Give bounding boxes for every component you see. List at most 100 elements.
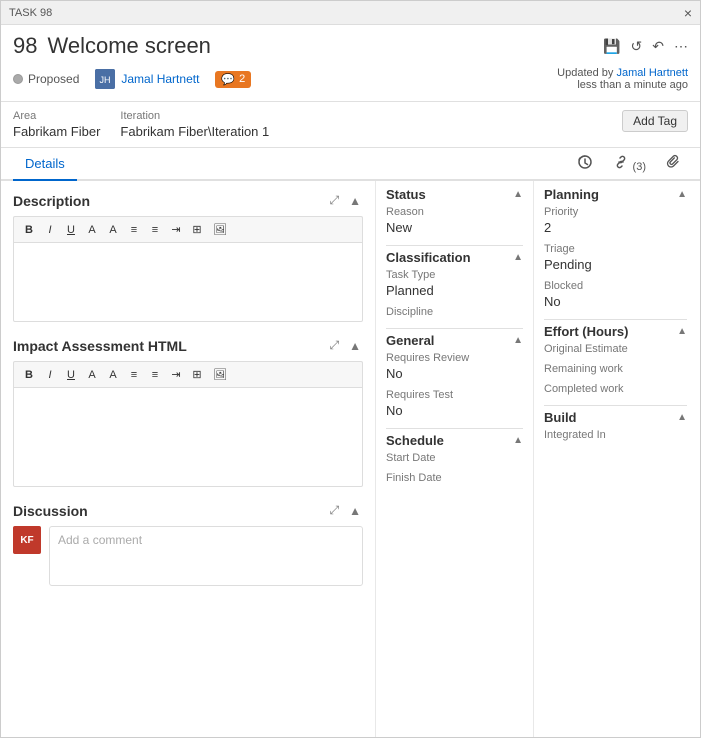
status-chevron[interactable]: ▲: [513, 189, 523, 200]
svg-text:JH: JH: [100, 75, 111, 85]
impact-italic-button[interactable]: I: [41, 367, 59, 383]
task-number: 98: [13, 33, 37, 59]
triage-value[interactable]: Pending: [544, 257, 687, 272]
classification-chevron[interactable]: ▲: [513, 252, 523, 263]
description-toolbar: B I U A A ≡ ≡ ⇥ ⊞ 🖼: [13, 216, 363, 242]
requires-test-value[interactable]: No: [386, 403, 523, 418]
impact-expand-button[interactable]: ⤢: [328, 336, 342, 355]
attachments-icon-button[interactable]: [660, 150, 688, 177]
remaining-work-label: Remaining work: [544, 363, 687, 375]
general-chevron[interactable]: ▲: [513, 335, 523, 346]
tabs-bar: Details (3): [1, 148, 700, 181]
description-editor[interactable]: [13, 242, 363, 322]
comment-placeholder: Add a comment: [58, 533, 142, 547]
impact-highlight-button[interactable]: A: [104, 367, 122, 383]
impact-bold-button[interactable]: B: [20, 367, 38, 383]
image-button[interactable]: 🖼: [209, 221, 231, 238]
undo-icon[interactable]: ↶: [652, 38, 664, 55]
build-header: Build ▲: [544, 405, 687, 429]
impact-section: Impact Assessment HTML ⤢ ▲ B I U A A ≡ ≡…: [13, 336, 363, 487]
area-label: Area: [13, 110, 100, 122]
schedule-header: Schedule ▲: [386, 428, 523, 452]
italic-button[interactable]: I: [41, 222, 59, 238]
remaining-work-field: Remaining work: [544, 363, 687, 375]
bold-button[interactable]: B: [20, 222, 38, 238]
more-icon[interactable]: ⋯: [674, 38, 688, 55]
impact-indent-button[interactable]: ⇥: [167, 366, 185, 383]
ol-button[interactable]: ≡: [125, 222, 143, 238]
impact-ol-button[interactable]: ≡: [125, 367, 143, 383]
general-section: General ▲ Requires Review No Requires Te…: [386, 328, 523, 418]
priority-value[interactable]: 2: [544, 220, 687, 235]
impact-ul-button[interactable]: ≡: [146, 367, 164, 383]
status-header: Status ▲: [386, 187, 523, 206]
history-icon-button[interactable]: [571, 150, 599, 177]
title-bar: TASK 98 ×: [1, 1, 700, 25]
ul-button[interactable]: ≡: [146, 222, 164, 238]
task-type-value[interactable]: Planned: [386, 283, 523, 298]
area-field: Area Fabrikam Fiber: [13, 110, 120, 139]
save-icon[interactable]: 💾: [603, 38, 620, 55]
schedule-chevron[interactable]: ▲: [513, 435, 523, 446]
indent-button[interactable]: ⇥: [167, 221, 185, 238]
comment-icon: 💬: [221, 73, 235, 86]
triage-label: Triage: [544, 243, 687, 255]
status-title: Status: [386, 187, 426, 202]
comment-input[interactable]: Add a comment: [49, 526, 363, 586]
impact-font-color-button[interactable]: A: [83, 367, 101, 383]
impact-toolbar: B I U A A ≡ ≡ ⇥ ⊞ 🖼: [13, 361, 363, 387]
impact-collapse-button[interactable]: ▲: [347, 337, 363, 355]
planning-chevron[interactable]: ▲: [677, 189, 687, 200]
expand-button[interactable]: ⤢: [328, 191, 342, 210]
underline-button[interactable]: U: [62, 222, 80, 238]
comment-badge[interactable]: 💬 2: [215, 71, 251, 88]
status-circle: [13, 74, 23, 84]
impact-editor[interactable]: [13, 387, 363, 487]
description-controls: ⤢ ▲: [328, 191, 364, 210]
close-button[interactable]: ×: [684, 6, 692, 20]
general-title: General: [386, 333, 434, 348]
collapse-button[interactable]: ▲: [347, 192, 363, 210]
discussion-collapse-button[interactable]: ▲: [347, 502, 363, 520]
discussion-expand-button[interactable]: ⤢: [328, 501, 342, 520]
status-label: Proposed: [28, 72, 79, 86]
build-chevron[interactable]: ▲: [677, 412, 687, 423]
classification-title: Classification: [386, 250, 471, 265]
impact-image-button[interactable]: 🖼: [209, 366, 231, 383]
links-count: (3): [633, 161, 646, 173]
reason-value[interactable]: New: [386, 220, 523, 235]
header: 98 Welcome screen 💾 ↺ ↶ ⋯ Proposed JH Ja…: [1, 25, 700, 102]
refresh-icon[interactable]: ↺: [631, 38, 643, 55]
add-tag-button[interactable]: Add Tag: [622, 110, 688, 132]
requires-review-label: Requires Review: [386, 352, 523, 364]
fields-bar: Area Fabrikam Fiber Iteration Fabrikam F…: [1, 102, 700, 148]
updated-by-name[interactable]: Jamal Hartnett: [616, 67, 688, 79]
assignee-name[interactable]: Jamal Hartnett: [121, 72, 199, 86]
status-badge[interactable]: Proposed: [13, 72, 79, 86]
requires-review-value[interactable]: No: [386, 366, 523, 381]
impact-table-button[interactable]: ⊞: [188, 366, 206, 383]
table-button[interactable]: ⊞: [188, 221, 206, 238]
impact-underline-button[interactable]: U: [62, 367, 80, 383]
triage-field: Triage Pending: [544, 243, 687, 272]
general-header: General ▲: [386, 328, 523, 352]
assignee-row: JH Jamal Hartnett: [95, 69, 199, 89]
integrated-in-label: Integrated In: [544, 429, 687, 441]
comment-row: KF Add a comment: [13, 526, 363, 586]
highlight-button[interactable]: A: [104, 222, 122, 238]
tab-details[interactable]: Details: [13, 148, 77, 181]
iteration-value[interactable]: Fabrikam Fiber\Iteration 1: [120, 124, 269, 139]
effort-chevron[interactable]: ▲: [677, 326, 687, 337]
build-section: Build ▲ Integrated In: [544, 405, 687, 441]
comment-count: 2: [239, 73, 245, 85]
font-color-button[interactable]: A: [83, 222, 101, 238]
discussion-title: Discussion: [13, 503, 88, 519]
blocked-value[interactable]: No: [544, 294, 687, 309]
tab-icons: (3): [571, 150, 688, 177]
updated-time: less than a minute ago: [577, 79, 688, 91]
classification-header: Classification ▲: [386, 245, 523, 269]
area-value[interactable]: Fabrikam Fiber: [13, 124, 100, 139]
finish-date-field: Finish Date: [386, 472, 523, 484]
impact-controls: ⤢ ▲: [328, 336, 364, 355]
links-icon-button[interactable]: (3): [607, 150, 652, 177]
